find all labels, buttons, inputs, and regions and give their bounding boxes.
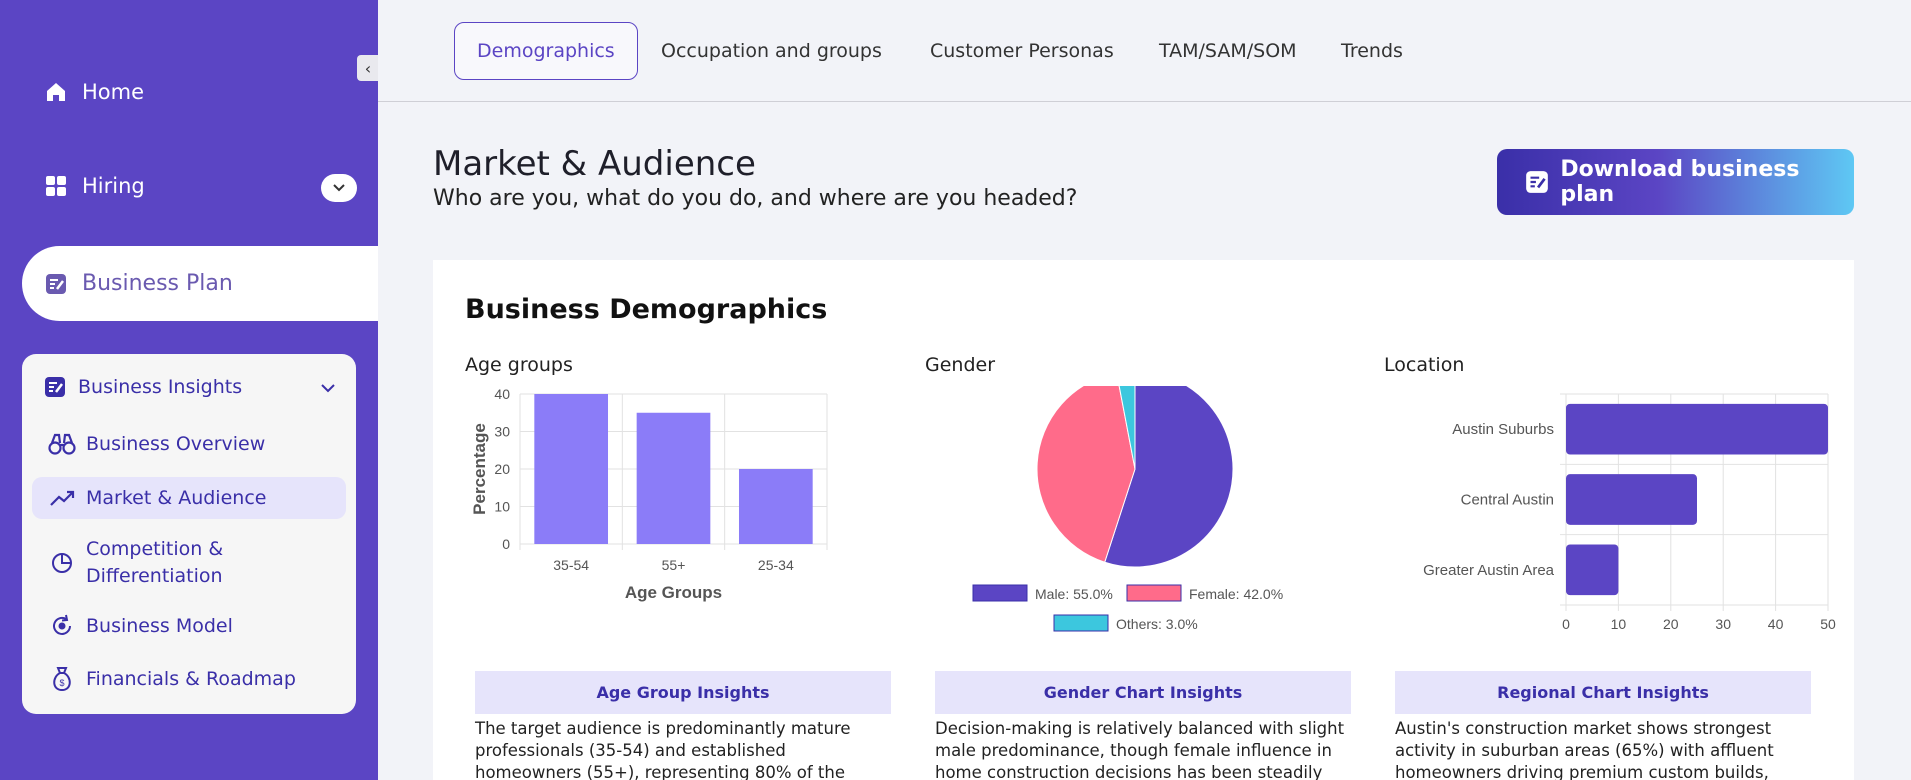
legend-swatch [1053,614,1109,632]
business-insights-toggle[interactable]: Business Insights [42,374,336,400]
page-subtitle: Who are you, what do you do, and where a… [433,186,1078,211]
demographics-card: Business Demographics Age groups Gender … [433,260,1854,780]
legend-label: Female: 42.0% [1189,586,1283,602]
sidebar-item-label: Financials & Roadmap [86,667,296,690]
age-groups-label: Age groups [465,354,573,376]
legend-swatch [1126,584,1182,602]
y-tick-label: 40 [494,386,510,402]
refresh-dollar-icon [48,612,76,640]
y-tick-label: Greater Austin Area [1423,562,1555,579]
x-tick-label: 55+ [662,557,686,573]
tab-occupation-groups[interactable]: Occupation and groups [639,22,904,80]
download-button-label: Download business plan [1560,157,1800,207]
age-insights-text: The target audience is predominantly mat… [475,719,851,780]
grid-icon [42,172,70,200]
x-tick-label: 25-34 [758,557,794,573]
legend-swatch [972,584,1028,602]
x-tick-label: 10 [1611,616,1627,632]
y-tick-label: Austin Suburbs [1452,421,1554,438]
legend-label: Others: 3.0% [1116,616,1198,632]
y-axis-label: Percentage [470,423,489,515]
business-insights-title: Business Insights [78,376,243,398]
sidebar-item-label: Business Overview [86,432,266,455]
hiring-expand-button[interactable] [321,174,357,202]
sidebar: ‹ Home Hiring Business Plan Business Ins… [0,0,379,780]
regional-insights-header: Regional Chart Insights [1395,671,1811,714]
document-edit-icon [42,270,70,298]
y-tick-label: 20 [494,461,510,477]
page-title: Market & Audience [433,144,756,184]
sidebar-item-financials[interactable]: $ Financials & Roadmap [48,665,296,693]
chevron-down-icon [320,376,336,398]
age-groups-chart: 0 10 20 30 40 35-54 55+ 25-34 Age Groups Percenta… [470,386,828,602]
pie-chart-icon [48,549,76,577]
x-tick-label: 30 [1715,616,1731,632]
legend-label: Male: 55.0% [1035,586,1113,602]
age-insights-header: Age Group Insights [475,671,891,714]
y-tick-label: 30 [494,424,510,440]
x-tick-label: 0 [1562,616,1570,632]
bar [1566,403,1828,455]
sidebar-item-business-model[interactable]: Business Model [48,612,233,640]
download-business-plan-button[interactable]: Download business plan [1497,149,1854,215]
gender-pie-chart: Male: 55.0% Female: 42.0% Others: 3.0% [972,386,1283,632]
location-label: Location [1384,354,1465,376]
card-title: Business Demographics [465,294,828,325]
tab-demographics[interactable]: Demographics [454,22,638,80]
regional-insights-text: Austin's construction market shows stron… [1395,719,1774,780]
x-tick-label: 20 [1663,616,1679,632]
business-insights-panel: Business Insights Business Overview Mark… [22,354,356,714]
svg-text:$: $ [59,678,64,688]
chevron-left-icon: ‹ [364,58,372,78]
gender-label: Gender [925,354,996,376]
sidebar-item-hiring[interactable]: Hiring [42,172,145,200]
sidebar-collapse-button[interactable]: ‹ [357,55,379,81]
location-chart: 0 10 20 30 40 50 Austin Suburbs Central Austin G… [1423,393,1836,632]
trending-up-icon [48,484,76,512]
bar [534,394,609,544]
sidebar-item-label: Business Plan [82,271,233,296]
document-edit-icon [42,374,68,400]
sidebar-item-business-plan[interactable]: Business Plan [22,246,378,321]
x-tick-label: 35-54 [553,557,589,573]
sidebar-item-label: Competition & Differentiation [86,538,224,587]
sidebar-item-label: Market & Audience [86,486,267,509]
y-tick-label: 10 [494,499,510,515]
sidebar-item-business-overview[interactable]: Business Overview [48,430,265,458]
gender-insights-text: Decision-making is relatively balanced w… [935,719,1345,780]
document-edit-icon [1523,168,1550,196]
y-tick-label: Central Austin [1461,492,1554,509]
money-bag-icon: $ [48,665,76,693]
bar [1566,474,1697,525]
tab-bar: Demographics Occupation and groups Custo… [378,0,1911,102]
x-tick-label: 50 [1820,616,1836,632]
x-axis-label: Age Groups [625,583,722,602]
y-tick-label: 0 [502,536,510,552]
chevron-down-icon [333,184,345,192]
binoculars-icon [48,430,76,458]
tab-trends[interactable]: Trends [1319,22,1425,80]
gender-insights-header: Gender Chart Insights [935,671,1351,714]
sidebar-item-label: Hiring [82,174,145,198]
bar [636,412,711,544]
home-icon [42,78,70,106]
sidebar-item-competition[interactable]: Competition & Differentiation [48,536,268,589]
tab-customer-personas[interactable]: Customer Personas [908,22,1136,80]
sidebar-item-label: Business Model [86,614,233,637]
bar [738,469,813,544]
bar [1566,544,1619,596]
sidebar-item-label: Home [82,80,145,104]
tab-tam-sam-som[interactable]: TAM/SAM/SOM [1137,22,1319,80]
sidebar-item-home[interactable]: Home [42,78,144,106]
x-tick-label: 40 [1768,616,1784,632]
sidebar-item-market-audience[interactable]: Market & Audience [32,477,346,519]
